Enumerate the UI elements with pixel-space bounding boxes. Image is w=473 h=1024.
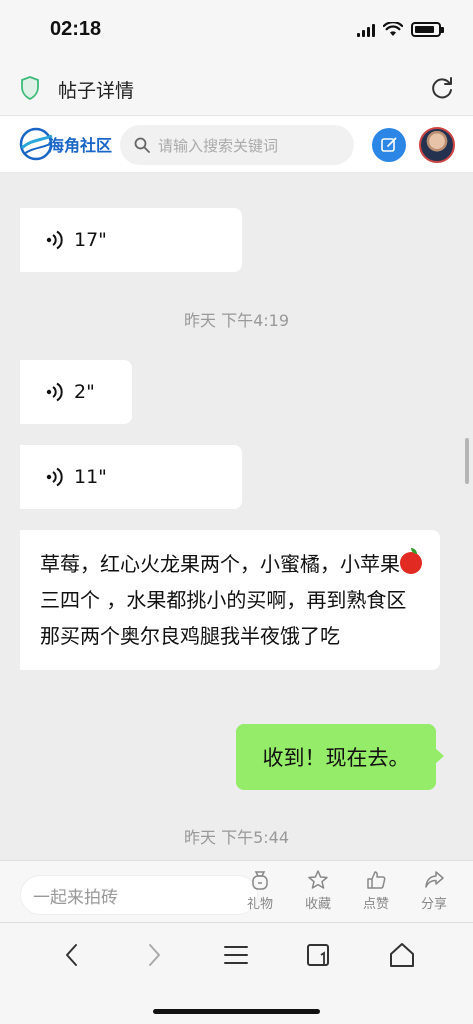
comment-placeholder: 一起来拍砖 — [33, 887, 118, 908]
action-bar: 一起来拍砖 礼物 收藏 点赞 分享 — [0, 860, 473, 922]
scrollbar[interactable] — [465, 438, 469, 484]
site-logo[interactable]: 海角社区 — [18, 124, 112, 164]
sent-message[interactable]: 收到！现在去。 — [236, 724, 444, 790]
signal-icon — [357, 23, 375, 37]
voice-message[interactable]: 11" — [20, 445, 242, 509]
page-title: 帖子详情 — [58, 80, 135, 102]
voice-duration: 17" — [74, 229, 107, 251]
user-avatar[interactable] — [419, 127, 455, 163]
like-button[interactable]: 点赞 — [354, 869, 398, 912]
search-placeholder: 请输入搜索关键词 — [158, 136, 279, 155]
voice-duration: 2" — [74, 381, 95, 403]
voice-duration: 11" — [74, 466, 107, 488]
browser-nav-bar — [0, 922, 473, 1024]
voice-message[interactable]: 17" — [20, 208, 242, 272]
title-bar: 帖子详情 — [0, 62, 473, 116]
favorite-button[interactable]: 收藏 — [296, 869, 340, 912]
message-text-part1: 草莓，红心火龙果两个，小蜜橘，小苹果 — [40, 552, 400, 576]
star-icon — [308, 870, 328, 889]
tabs-icon[interactable] — [305, 941, 333, 969]
site-logo-text: 海角社区 — [48, 136, 113, 155]
gift-button[interactable]: 礼物 — [238, 869, 282, 912]
battery-icon — [411, 22, 444, 37]
message-text-part2: 三四个 ，水果都挑小的买啊，再到熟食区那买两个奥尔良鸡腿我半夜饿了吃 — [40, 588, 407, 648]
menu-icon[interactable] — [223, 941, 249, 969]
refresh-icon[interactable] — [429, 75, 455, 101]
favorite-label: 收藏 — [304, 897, 331, 912]
chat-timestamp: 昨天 下午5:44 — [183, 828, 290, 847]
shield-icon — [21, 76, 39, 100]
search-input[interactable]: 请输入搜索关键词 — [120, 125, 354, 165]
wifi-icon — [383, 22, 403, 36]
chat-area: 17" 昨天 下午4:19 2" 11" 草莓，红心火龙果两个，小蜜橘，小苹果三… — [0, 172, 473, 860]
voice-icon — [46, 230, 63, 250]
chat-timestamp: 昨天 下午4:19 — [183, 311, 290, 330]
status-time: 02:18 — [50, 18, 102, 40]
battery-level — [415, 26, 434, 33]
share-button[interactable]: 分享 — [412, 869, 456, 912]
gift-label: 礼物 — [246, 897, 273, 912]
like-label: 点赞 — [362, 897, 389, 912]
voice-icon — [46, 382, 63, 402]
apple-emoji-icon — [400, 548, 422, 574]
sent-message-text: 收到！现在去。 — [262, 746, 410, 770]
status-bar: 02:18 — [0, 0, 473, 62]
share-icon — [425, 871, 444, 888]
voice-message[interactable]: 2" — [20, 360, 132, 424]
back-icon[interactable] — [60, 941, 84, 969]
comment-input[interactable]: 一起来拍砖 — [20, 875, 258, 915]
search-icon — [134, 137, 150, 153]
edit-icon — [381, 137, 397, 152]
status-icons — [357, 22, 444, 37]
thumbs-up-icon — [367, 871, 386, 889]
forward-icon[interactable] — [142, 941, 166, 969]
voice-icon — [46, 467, 63, 487]
share-label: 分享 — [420, 897, 447, 912]
site-header: 海角社区 请输入搜索关键词 — [0, 116, 473, 172]
home-icon[interactable] — [388, 941, 416, 969]
compose-button[interactable] — [372, 128, 406, 162]
gift-icon — [252, 871, 268, 890]
home-indicator[interactable] — [153, 1009, 320, 1014]
text-message[interactable]: 草莓，红心火龙果两个，小蜜橘，小苹果三四个 ，水果都挑小的买啊，再到熟食区那买两… — [20, 530, 440, 670]
